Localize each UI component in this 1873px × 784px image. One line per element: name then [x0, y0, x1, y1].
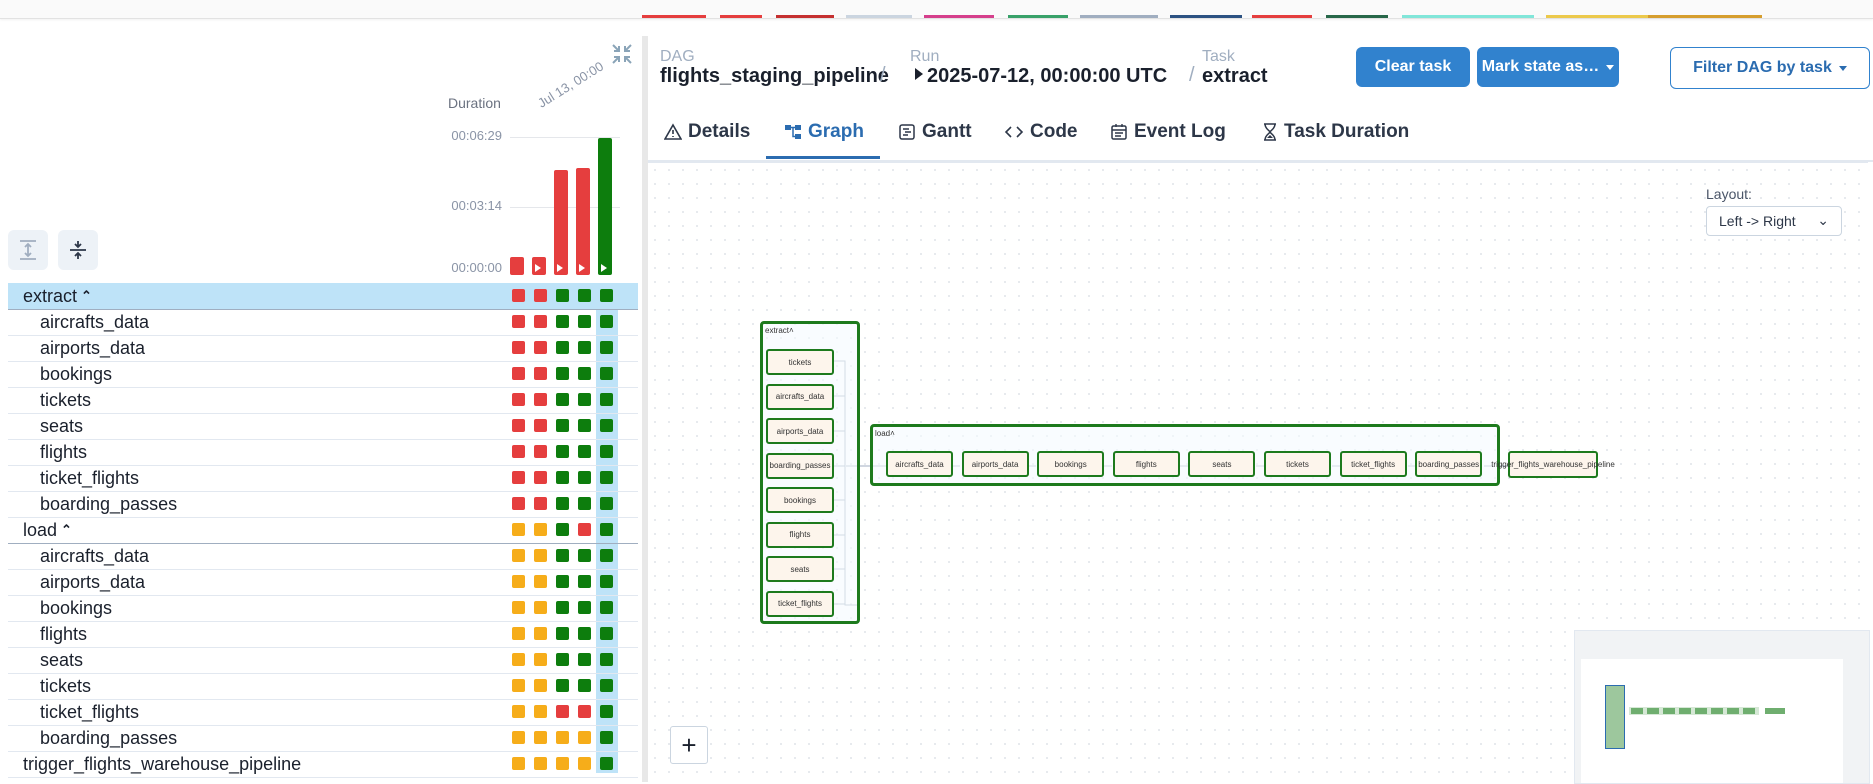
graph-task-node[interactable]: seats [766, 556, 834, 582]
graph-task-node[interactable]: aircrafts_data [886, 451, 953, 477]
graph-task-node[interactable]: flights [766, 521, 834, 548]
group-label: extract˄ [765, 326, 794, 335]
graph-task-node[interactable]: boarding_passes [1415, 451, 1483, 477]
zoom-in-button[interactable]: + [670, 726, 708, 764]
graph-task-node[interactable]: aircrafts_data [766, 383, 834, 410]
graph-task-node[interactable]: tickets [1264, 451, 1331, 477]
caret-up-icon: ˄ [890, 429, 895, 438]
graph-task-node-trigger[interactable]: trigger_flights_warehouse_pipeline [1491, 451, 1615, 478]
graph-task-node[interactable]: ticket_flights [1339, 451, 1407, 477]
graph-task-node[interactable]: boarding_passes [766, 452, 834, 479]
minimap-viewport [1581, 659, 1843, 783]
graph-task-node[interactable]: tickets [766, 349, 834, 375]
graph-task-node[interactable]: airports_data [961, 451, 1029, 477]
group-label: load˄ [875, 429, 895, 438]
minimap-load-nodes [1631, 708, 1757, 714]
caret-up-icon: ˄ [789, 326, 794, 335]
graph-task-node[interactable]: airports_data [766, 418, 834, 444]
graph-task-node[interactable]: ticket_flights [766, 590, 834, 617]
graph-minimap[interactable] [1574, 630, 1870, 784]
graph-task-node[interactable]: flights [1112, 451, 1180, 477]
minimap-trigger-node [1765, 708, 1785, 714]
graph-task-node[interactable]: seats [1188, 451, 1256, 477]
graph-task-node[interactable]: bookings [1037, 451, 1105, 477]
graph-task-node[interactable]: bookings [766, 487, 834, 513]
minimap-extract-group [1605, 685, 1625, 749]
